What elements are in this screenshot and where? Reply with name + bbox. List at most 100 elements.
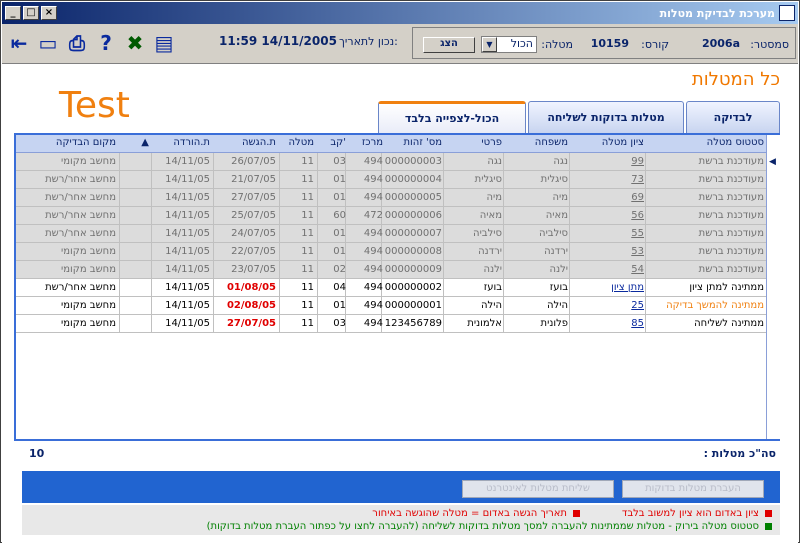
- exit-icon[interactable]: ⇤: [6, 30, 32, 56]
- cell-divider: [645, 153, 646, 171]
- task-select[interactable]: הכול ▼: [481, 36, 537, 53]
- header-downloaded[interactable]: ת.הורדה: [154, 137, 210, 148]
- cell-grade[interactable]: 54: [590, 264, 644, 275]
- cell-divider: [569, 261, 570, 279]
- header-submitted[interactable]: ת.הגשה: [218, 137, 276, 148]
- table-row[interactable]: ממתינה למתן ציון מתן ציון בועז בועז 00000000…: [16, 279, 766, 297]
- cell-downloaded: 14/11/05: [165, 300, 210, 311]
- help-icon[interactable]: ?: [93, 30, 119, 56]
- cell-divider: [151, 189, 152, 207]
- cell-first: נגה: [487, 156, 502, 167]
- header-family[interactable]: משפחה: [508, 137, 568, 148]
- header-group[interactable]: קב': [320, 137, 346, 148]
- cell-status: מעודכנת ברשת: [698, 264, 764, 275]
- table-row[interactable]: מעודכנת ברשת 69 מיה מיה 000000005 494 01 11 27/0…: [16, 189, 766, 207]
- cell-divider: [317, 279, 318, 297]
- header-task[interactable]: מטלה: [282, 137, 315, 148]
- open-folder-icon[interactable]: ▭: [35, 30, 61, 56]
- cell-id: 000000002: [384, 282, 442, 293]
- show-button[interactable]: הצג: [423, 37, 475, 53]
- cell-grade[interactable]: 73: [590, 174, 644, 185]
- table-row[interactable]: מעודכנת ברשת 53 ירדנה ירדנה 000000008 494 01 11…: [16, 243, 766, 261]
- minimize-button[interactable]: _: [5, 6, 21, 20]
- cell-divider: [279, 207, 280, 225]
- cell-submitted: 02/08/05: [226, 300, 276, 311]
- cell-divider: [645, 207, 646, 225]
- header-place[interactable]: מקום הבדיקה: [21, 137, 116, 148]
- cell-divider: [443, 297, 444, 315]
- header-first[interactable]: פרטי: [448, 137, 502, 148]
- cell-grade[interactable]: 56: [590, 210, 644, 221]
- cell-group: 01: [333, 300, 346, 311]
- cell-downloaded: 14/11/05: [165, 192, 210, 203]
- cell-divider: [503, 315, 504, 333]
- header-status[interactable]: סטטוס מטלה: [664, 137, 764, 148]
- cell-downloaded: 14/11/05: [165, 282, 210, 293]
- toolbar: ⇤ ▭ ⎙ ? ✖ ▤ 11:59 14/11/2005 נכון לתאריך…: [2, 24, 798, 64]
- table-row[interactable]: ממתינה לשליחה 85 פלונית אלמונית 123456789 494…: [16, 315, 766, 333]
- cell-divider: [443, 279, 444, 297]
- tab-checked-to-send[interactable]: מטלות בדוקות לשליחה: [528, 101, 684, 133]
- cell-divider: [569, 171, 570, 189]
- red-square-icon: [573, 509, 580, 517]
- table-row[interactable]: ממתינה להמשך בדיקה 25 הילה הילה 000000001 494…: [16, 297, 766, 315]
- table-row[interactable]: מעודכנת ברשת 99 נגה נגה 000000003 494 03 11 26/0…: [16, 153, 766, 171]
- cell-divider: [279, 171, 280, 189]
- header-center[interactable]: מרכז: [347, 137, 383, 148]
- cell-task: 11: [301, 156, 314, 167]
- cell-grade[interactable]: 85: [590, 318, 644, 329]
- cell-family: סיגלית: [540, 174, 568, 185]
- cell-divider: [317, 171, 318, 189]
- cell-status: מעודכנת ברשת: [698, 228, 764, 239]
- cell-divider: [213, 297, 214, 315]
- cell-id: 000000007: [384, 228, 442, 239]
- cell-divider: [151, 225, 152, 243]
- page-title: כל המטלות: [691, 69, 780, 90]
- cell-divider: [503, 225, 504, 243]
- cell-downloaded: 14/11/05: [165, 156, 210, 167]
- table-row[interactable]: מעודכנת ברשת 54 ילנה ילנה 000000009 494 02 11 23…: [16, 261, 766, 279]
- table-row[interactable]: מעודכנת ברשת 55 סילביה סילביה 000000007 494 01…: [16, 225, 766, 243]
- cell-center: 494: [363, 156, 383, 167]
- cell-grade[interactable]: 99: [590, 156, 644, 167]
- cell-grade[interactable]: 53: [590, 246, 644, 257]
- cell-grade[interactable]: 55: [590, 228, 644, 239]
- cell-divider: [569, 315, 570, 333]
- close-button[interactable]: ×: [41, 6, 57, 20]
- print-icon[interactable]: ⎙: [64, 30, 90, 56]
- excel-icon[interactable]: ✖: [122, 30, 148, 56]
- monitor-icon[interactable]: ▤: [151, 30, 177, 56]
- cell-place: מחשב מקומי: [60, 318, 116, 329]
- cell-divider: [151, 297, 152, 315]
- table-row[interactable]: מעודכנת ברשת 73 סיגלית סיגלית 000000004 494 01…: [16, 171, 766, 189]
- cell-family: ילנה: [549, 264, 568, 275]
- cell-divider: [279, 297, 280, 315]
- cell-divider: [645, 279, 646, 297]
- header-grade[interactable]: ציון מטלה: [590, 137, 644, 148]
- legend-green-status: סטטוס מטלה בירוק - מטלות שממתינות להעברה…: [207, 521, 772, 532]
- cell-grade[interactable]: 25: [590, 300, 644, 311]
- send-to-internet-button[interactable]: שליחת מטלות לאינטרנט: [462, 480, 614, 498]
- cell-divider: [645, 315, 646, 333]
- cell-submitted: 27/07/05: [231, 192, 276, 203]
- table-row[interactable]: מעודכנת ברשת 56 מאיה מאיה 000000006 472 60 11 25…: [16, 207, 766, 225]
- chevron-down-icon[interactable]: ▼: [482, 37, 497, 52]
- header-id[interactable]: מס' זהות: [382, 137, 442, 148]
- transfer-checked-button[interactable]: העברת מטלות בדוקות: [622, 480, 764, 498]
- maximize-button[interactable]: □: [23, 6, 39, 20]
- cell-divider: [151, 171, 152, 189]
- tab-to-check[interactable]: לבדיקה: [686, 101, 780, 133]
- cell-grade[interactable]: 69: [590, 192, 644, 203]
- cell-divider: [213, 153, 214, 171]
- cell-family: סילביה: [539, 228, 568, 239]
- cell-submitted: 27/07/05: [226, 318, 276, 329]
- tab-all-view-only[interactable]: הכול-לצפייה בלבד: [378, 101, 526, 133]
- cell-first: ילנה: [483, 264, 502, 275]
- cell-divider: [443, 225, 444, 243]
- title-bar: מערכת לבדיקת מטלות _ □ ×: [2, 2, 798, 24]
- cell-divider: [213, 261, 214, 279]
- cell-grade[interactable]: מתן ציון: [590, 282, 644, 293]
- cell-divider: [317, 153, 318, 171]
- cell-divider: [569, 225, 570, 243]
- cell-submitted: 25/07/05: [231, 210, 276, 221]
